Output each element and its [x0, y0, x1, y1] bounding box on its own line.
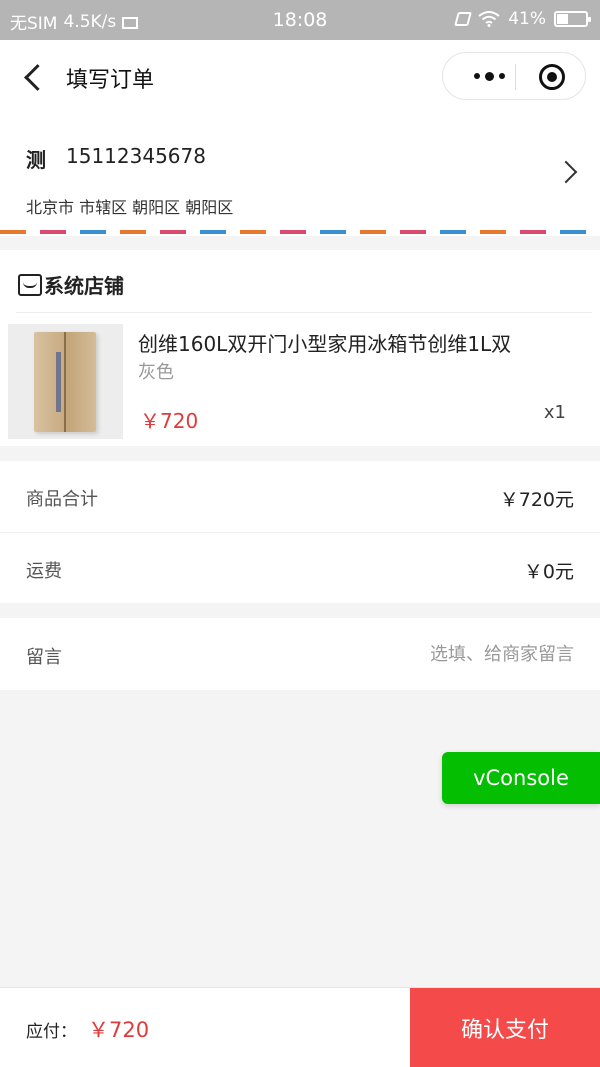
message-input[interactable] — [274, 634, 574, 674]
product-image[interactable] — [8, 324, 123, 439]
product-title[interactable]: 创维160L双开门小型家用冰箱节创维1L双 — [138, 328, 511, 357]
more-menu-icon[interactable] — [463, 53, 515, 99]
message-label: 留言 — [26, 647, 62, 668]
vconsole-button[interactable]: vConsole — [442, 752, 600, 804]
battery-fill — [557, 14, 569, 24]
store-section: 系统店铺 创维160L双开门小型家用冰箱节创维1L双 灰色 ￥720 x1 — [0, 250, 600, 446]
wifi-icon — [478, 11, 500, 27]
store-divider — [16, 312, 592, 313]
subtotal-label: 商品合计 — [26, 489, 98, 510]
battery-percent: 41% — [508, 9, 546, 29]
address-envelope-border — [0, 230, 600, 234]
subtotal-row: 商品合计 ￥720元 — [0, 461, 600, 531]
checkout-bar: 应付： ￥720 确认支付 — [0, 987, 600, 1067]
shipping-value: ￥0元 — [523, 561, 574, 583]
back-icon[interactable] — [22, 62, 42, 92]
store-name: 系统店铺 — [44, 274, 124, 298]
navigation-bar: 填写订单 — [0, 40, 600, 114]
amount-due-value: ￥720 — [88, 1018, 150, 1042]
subtotal-value: ￥720元 — [499, 489, 574, 511]
shipping-label: 运费 — [26, 561, 62, 582]
mute-icon — [454, 12, 473, 26]
recipient-name: 测 — [26, 148, 46, 172]
product-spec: 灰色 — [138, 362, 174, 383]
shipping-row: 运费 ￥0元 — [0, 533, 600, 603]
shop-icon — [18, 273, 42, 296]
recipient-phone: 15112345678 — [66, 144, 206, 168]
store-header: 系统店铺 — [18, 270, 124, 299]
fridge-picture — [34, 332, 96, 432]
chevron-right-icon — [554, 160, 578, 184]
amount-due-label: 应付： — [26, 1022, 77, 1042]
close-miniprogram-icon[interactable] — [539, 64, 565, 90]
price-summary: 商品合计 ￥720元 运费 ￥0元 — [0, 461, 600, 603]
capsule-divider — [515, 64, 516, 90]
message-row: 留言 — [0, 618, 600, 690]
status-bar: 无SIM 4.5K/s 18:08 41% — [0, 0, 600, 40]
miniprogram-capsule — [442, 52, 586, 100]
page-title: 填写订单 — [66, 68, 155, 93]
product-quantity: x1 — [543, 402, 566, 423]
product-price: ￥720 — [140, 409, 199, 433]
confirm-payment-button[interactable]: 确认支付 — [410, 988, 600, 1067]
battery-icon — [554, 11, 591, 27]
recipient-address: 北京市 市辖区 朝阳区 朝阳区 — [26, 198, 234, 217]
address-card[interactable]: 测 15112345678 北京市 市辖区 朝阳区 朝阳区 — [0, 114, 600, 236]
status-right: 41% — [454, 9, 591, 29]
